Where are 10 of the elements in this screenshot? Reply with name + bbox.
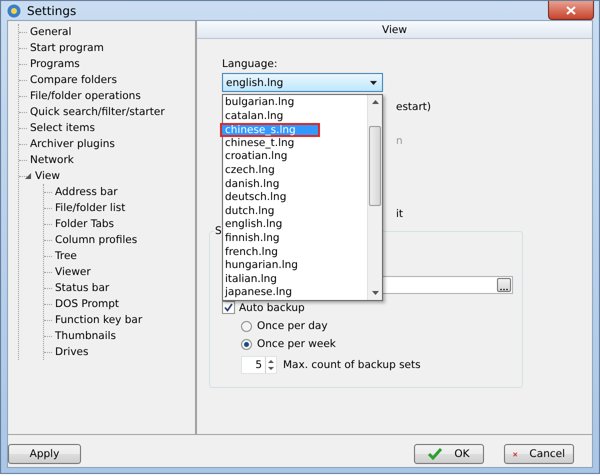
radio-label: Once per day [257, 320, 328, 332]
option-label: n [396, 135, 403, 147]
option-label: it [396, 208, 404, 220]
window-title: Settings [27, 4, 76, 18]
radio-label: Once per week [257, 338, 336, 350]
spinner-label: Max. count of backup sets [283, 359, 421, 371]
checkbox-label: Auto backup [239, 302, 305, 314]
option-label: estart) [396, 101, 432, 113]
language-label: Language: [222, 58, 278, 70]
panel-header: View [197, 21, 592, 39]
